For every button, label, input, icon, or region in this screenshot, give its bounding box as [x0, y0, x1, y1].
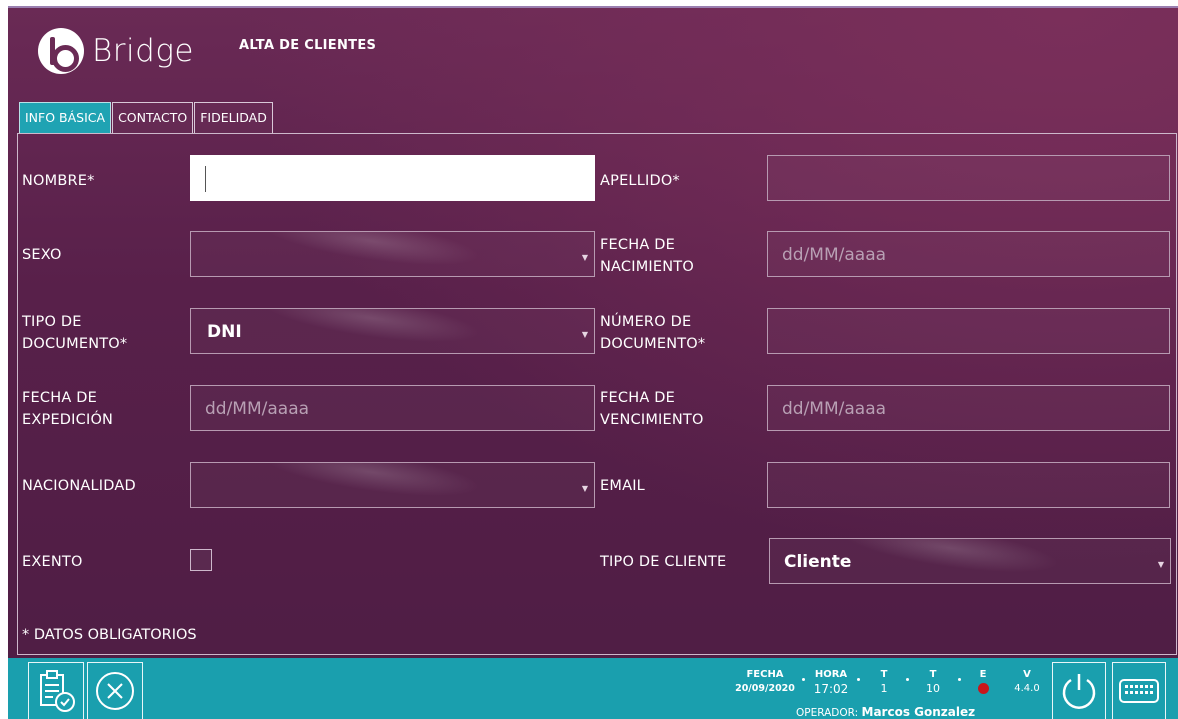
fecha-nacimiento-placeholder: dd/MM/aaaa [782, 245, 887, 265]
clipboard-check-icon [40, 670, 75, 712]
app-window: Bridge ALTA DE CLIENTES INFO BÁSICA CONT… [8, 6, 1178, 719]
top-border [8, 6, 1178, 8]
separator-dot [958, 678, 961, 681]
fecha-nacimiento-input[interactable]: dd/MM/aaaa [767, 231, 1170, 277]
bridge-logo-icon [38, 28, 84, 74]
tipo-documento-label: TIPO DE DOCUMENTO* [22, 314, 128, 352]
tab-bar: INFO BÁSICA CONTACTO FIDELIDAD [19, 102, 274, 133]
version-status: V 4.4.0 [1014, 669, 1040, 694]
nacionalidad-label: NACIONALIDAD [22, 478, 136, 494]
numero-documento-label: NÚMERO DE DOCUMENTO* [600, 314, 706, 352]
fecha-nacimiento-label: FECHA DE NACIMIENTO [600, 237, 694, 275]
nombre-label: NOMBRE* [22, 173, 95, 189]
tab-fidelidad[interactable]: FIDELIDAD [194, 102, 273, 133]
apellido-label: APELLIDO* [600, 173, 680, 189]
separator-dot [802, 678, 805, 681]
chevron-down-icon: ▼ [581, 253, 588, 262]
email-input[interactable] [767, 462, 1170, 508]
t1-status: T 1 [880, 669, 888, 695]
keyboard-button[interactable] [1112, 662, 1166, 719]
brand-name: Bridge [92, 33, 195, 69]
power-icon [1062, 674, 1096, 709]
close-circle-icon [96, 672, 134, 710]
tipo-cliente-value: Cliente [784, 552, 852, 572]
tipo-documento-value: DNI [207, 322, 242, 342]
chevron-down-icon: ▼ [581, 330, 588, 339]
chevron-down-icon: ▼ [1157, 560, 1164, 569]
status-led-icon [977, 682, 989, 694]
save-button[interactable] [28, 662, 84, 719]
hora-status: HORA 17:02 [813, 669, 849, 696]
fecha-vencimiento-label: FECHA DE VENCIMIENTO [600, 390, 704, 428]
fecha-vencimiento-input[interactable]: dd/MM/aaaa [767, 385, 1170, 431]
tab-contacto[interactable]: CONTACTO [112, 102, 194, 133]
chevron-down-icon: ▼ [581, 484, 588, 493]
email-label: EMAIL [600, 478, 645, 494]
cancel-button[interactable] [87, 662, 143, 719]
brand-logo: Bridge [38, 28, 194, 74]
page-title: ALTA DE CLIENTES [239, 38, 377, 53]
fecha-expedicion-label: FECHA DE EXPEDICIÓN [22, 390, 114, 428]
tipo-cliente-select[interactable]: Cliente ▼ [769, 538, 1171, 584]
tab-info-basica[interactable]: INFO BÁSICA [19, 102, 112, 133]
tipo-documento-select[interactable]: DNI ▼ [190, 308, 595, 354]
apellido-input[interactable] [767, 155, 1170, 201]
e-status: E [974, 668, 992, 696]
sexo-label: SEXO [22, 247, 62, 263]
nacionalidad-select[interactable]: ▼ [190, 462, 595, 508]
fecha-expedicion-placeholder: dd/MM/aaaa [205, 399, 310, 419]
footer-bar: FECHA 20/09/2020 HORA 17:02 T 1 T 10 E V… [8, 658, 1178, 719]
keyboard-icon [1119, 679, 1159, 703]
fecha-expedicion-input[interactable]: dd/MM/aaaa [190, 385, 595, 431]
operator-info: OPERADOR: Marcos Gonzalez [796, 705, 976, 719]
required-note: * DATOS OBLIGATORIOS [22, 627, 197, 643]
power-button[interactable] [1052, 662, 1106, 719]
exento-label: EXENTO [22, 554, 83, 570]
fecha-vencimiento-placeholder: dd/MM/aaaa [782, 399, 887, 419]
fecha-status: FECHA 20/09/2020 [735, 669, 795, 694]
separator-dot [857, 678, 860, 681]
sexo-select[interactable]: ▼ [190, 231, 595, 277]
t2-status: T 10 [926, 669, 940, 695]
text-caret [205, 166, 206, 192]
numero-documento-input[interactable] [767, 308, 1170, 354]
separator-dot [906, 678, 909, 681]
nombre-input[interactable] [190, 155, 595, 201]
tipo-cliente-label: TIPO DE CLIENTE [600, 554, 727, 570]
exento-checkbox[interactable] [190, 549, 212, 571]
